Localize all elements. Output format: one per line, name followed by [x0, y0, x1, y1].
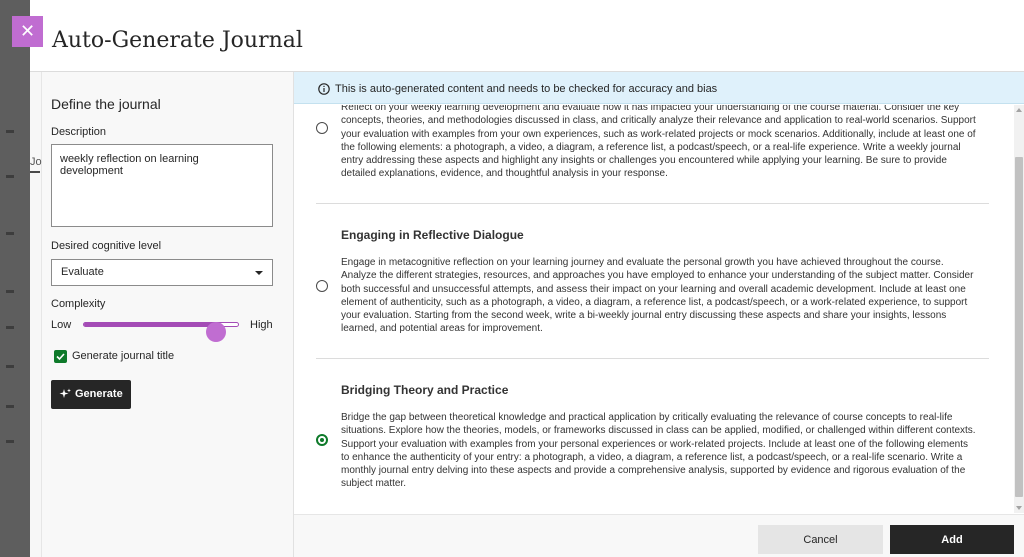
- scroll-up-icon[interactable]: [1016, 108, 1022, 112]
- background-tab-strip: Jo: [30, 72, 42, 557]
- chevron-down-icon: [255, 271, 263, 275]
- description-field[interactable]: weekly reflection on learning developmen…: [51, 144, 273, 227]
- option-3-radio[interactable]: [316, 434, 328, 446]
- page-title: Auto-Generate Journal: [52, 28, 303, 53]
- list-item[interactable]: Reflect on your weekly learning developm…: [316, 105, 988, 205]
- cognitive-level-value: Evaluate: [61, 266, 104, 278]
- generate-title-checkbox[interactable]: [54, 350, 67, 363]
- background-fragment: [6, 232, 14, 235]
- results-panel: This is auto-generated content and needs…: [294, 72, 1024, 557]
- list-item[interactable]: Engaging in Reflective Dialogue Engage i…: [316, 204, 988, 358]
- slider-thumb[interactable]: [206, 322, 226, 342]
- generate-button[interactable]: Generate: [51, 380, 131, 409]
- background-fragment: [6, 326, 14, 329]
- slider-track[interactable]: [83, 322, 239, 342]
- modal-header: Auto-Generate Journal: [30, 0, 1024, 72]
- option-1-body: Reflect on your weekly learning developm…: [341, 105, 976, 180]
- option-3-body: Bridge the gap between theoretical knowl…: [341, 412, 976, 490]
- background-fragment: [6, 405, 14, 408]
- slider-fill: [84, 322, 216, 327]
- list-item[interactable]: Bridging Theory and Practice Bridge the …: [316, 359, 988, 513]
- cognitive-level-label: Desired cognitive level: [51, 240, 162, 252]
- modal-footer: Cancel Add: [294, 514, 1024, 557]
- background-tab-underline: [30, 171, 40, 173]
- add-button[interactable]: Add: [890, 525, 1014, 554]
- options-list[interactable]: Reflect on your weekly learning developm…: [294, 105, 1024, 513]
- complexity-slider[interactable]: Low High: [51, 314, 283, 342]
- description-label: Description: [51, 126, 107, 138]
- complexity-label: Complexity: [51, 298, 106, 310]
- cognitive-level-select[interactable]: Evaluate: [51, 259, 273, 286]
- define-journal-panel: Define the journal Description weekly re…: [42, 72, 294, 557]
- background-fragment: [6, 290, 14, 293]
- background-page: [0, 0, 30, 557]
- generate-button-label: Generate: [75, 388, 123, 400]
- background-fragment: [6, 365, 14, 368]
- complexity-low-label: Low: [51, 319, 72, 331]
- option-3-title: Bridging Theory and Practice: [341, 383, 509, 397]
- generate-title-label: Generate journal title: [72, 350, 175, 362]
- ai-disclaimer-banner: This is auto-generated content and needs…: [294, 72, 1024, 104]
- info-icon: [318, 83, 330, 95]
- background-fragment: [6, 440, 14, 443]
- background-fragment: [6, 175, 14, 178]
- scroll-down-icon[interactable]: [1016, 506, 1022, 510]
- scrollbar-thumb[interactable]: [1015, 157, 1023, 497]
- background-fragment: [6, 130, 14, 133]
- complexity-high-label: High: [250, 319, 273, 331]
- checkmark-icon: [56, 353, 65, 361]
- sparkle-icon: [59, 388, 71, 398]
- options-scrollbar[interactable]: [1014, 105, 1024, 513]
- cancel-button[interactable]: Cancel: [758, 525, 883, 554]
- option-2-radio[interactable]: [316, 280, 328, 292]
- background-tab-label: Jo: [30, 156, 42, 168]
- option-1-radio[interactable]: [316, 122, 328, 134]
- panel-heading: Define the journal: [51, 96, 161, 112]
- banner-text: This is auto-generated content and needs…: [335, 83, 718, 95]
- option-2-body: Engage in metacognitive reflection on yo…: [341, 257, 974, 335]
- option-2-title: Engaging in Reflective Dialogue: [341, 228, 524, 242]
